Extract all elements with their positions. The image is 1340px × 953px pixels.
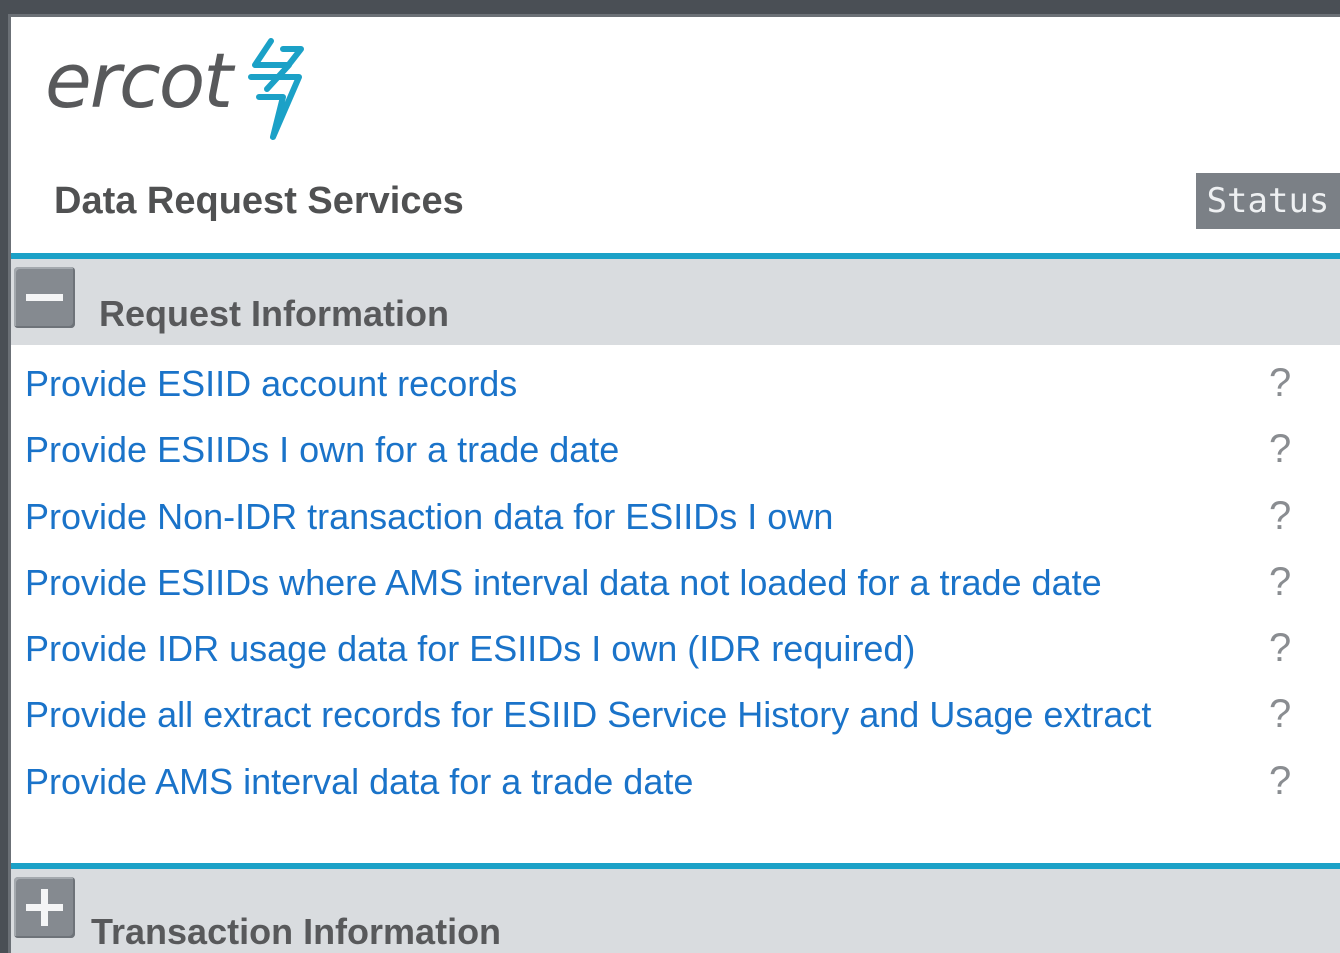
ercot-logo: ercot xyxy=(45,33,327,143)
help-icon[interactable]: ? xyxy=(1269,626,1291,671)
list-item: Provide ESIIDs where AMS interval data n… xyxy=(11,544,1340,610)
section-title: Transaction Information xyxy=(91,911,502,952)
help-icon[interactable]: ? xyxy=(1269,427,1291,472)
list-item: Provide AMS interval data for a trade da… xyxy=(11,743,1340,809)
list-item: Provide ESIID account records ? xyxy=(11,345,1340,411)
list-item: Provide ESIIDs I own for a trade date ? xyxy=(11,411,1340,477)
list-item: Provide Non-IDR transaction data for ESI… xyxy=(11,478,1340,544)
help-icon[interactable]: ? xyxy=(1269,759,1291,804)
help-icon[interactable]: ? xyxy=(1269,560,1291,605)
app-window: ercot Data Request Services Status Reque… xyxy=(8,14,1340,953)
section-transaction-information: Transaction Information xyxy=(11,863,1340,953)
request-link[interactable]: Provide ESIIDs where AMS interval data n… xyxy=(25,562,1102,604)
request-link[interactable]: Provide ESIID account records xyxy=(25,363,517,405)
request-link[interactable]: Provide Non-IDR transaction data for ESI… xyxy=(25,496,833,538)
request-link[interactable]: Provide IDR usage data for ESIIDs I own … xyxy=(25,628,915,670)
request-link[interactable]: Provide all extract records for ESIID Se… xyxy=(25,694,1151,736)
page-title: Data Request Services xyxy=(54,180,464,222)
logo-text: ercot xyxy=(45,36,233,125)
section-request-information: Request Information xyxy=(11,253,1340,345)
section-header: Request Information xyxy=(11,253,1340,345)
help-icon[interactable]: ? xyxy=(1269,361,1291,406)
list-item: Provide IDR usage data for ESIIDs I own … xyxy=(11,610,1340,676)
collapse-toggle-button[interactable] xyxy=(14,267,75,328)
help-icon[interactable]: ? xyxy=(1269,494,1291,539)
list-item: Provide all extract records for ESIID Se… xyxy=(11,676,1340,742)
request-link[interactable]: Provide AMS interval data for a trade da… xyxy=(25,761,693,803)
status-button[interactable]: Status xyxy=(1196,173,1340,229)
section-title: Request Information xyxy=(99,293,450,334)
help-icon[interactable]: ? xyxy=(1269,692,1291,737)
lightning-bolt-icon xyxy=(248,38,305,140)
request-list: Provide ESIID account records ? Provide … xyxy=(11,345,1340,809)
expand-toggle-button[interactable] xyxy=(14,877,75,938)
section-header: Transaction Information xyxy=(11,863,1340,953)
minus-icon xyxy=(26,294,63,301)
request-link[interactable]: Provide ESIIDs I own for a trade date xyxy=(25,429,619,471)
